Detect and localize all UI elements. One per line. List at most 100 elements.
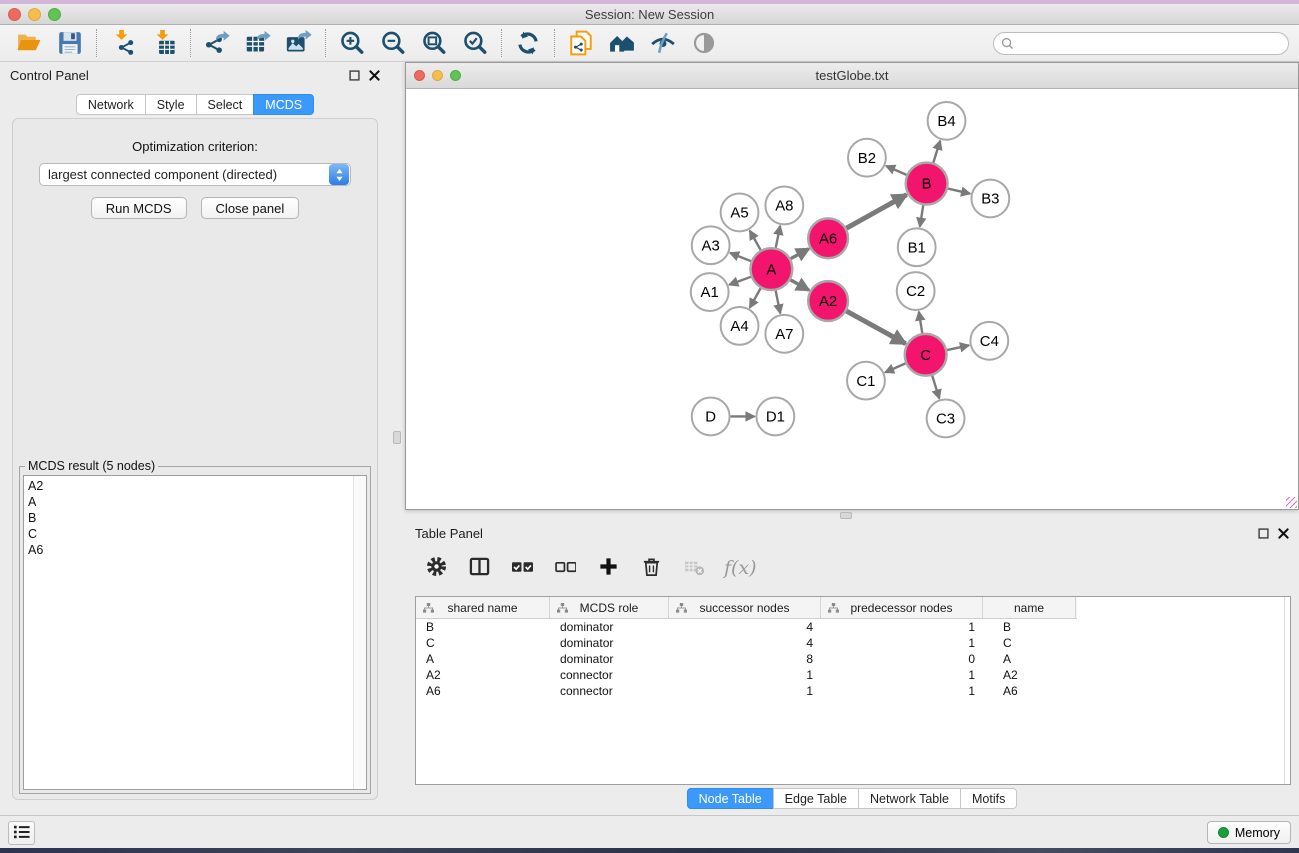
zoom-network-window-button[interactable] xyxy=(450,70,461,81)
edge-B-B2[interactable] xyxy=(886,166,906,175)
mcds-result-item[interactable]: B xyxy=(28,510,366,526)
import-network-button[interactable] xyxy=(106,26,140,60)
float-panel-icon[interactable] xyxy=(349,70,360,81)
mcds-result-item[interactable]: A2 xyxy=(28,478,366,494)
table-cell[interactable]: A xyxy=(983,652,1076,666)
close-network-window-button[interactable] xyxy=(414,70,425,81)
table-cell[interactable]: dominator xyxy=(550,652,669,666)
vertical-split-divider[interactable] xyxy=(390,62,405,815)
table-cell[interactable]: A2 xyxy=(983,668,1076,682)
select-all-button[interactable] xyxy=(509,555,535,581)
save-session-button[interactable] xyxy=(53,26,87,60)
float-panel-icon[interactable] xyxy=(1258,528,1269,539)
table-cell[interactable]: C xyxy=(416,636,550,650)
edge-A2-C[interactable] xyxy=(846,311,905,344)
zoom-out-button[interactable] xyxy=(376,26,410,60)
network-graph[interactable]: AA1A2A3A4A5A6A7A8BB1B2B3B4CC1C2C3C4DD1 xyxy=(406,90,1298,509)
optimization-criterion-select[interactable]: largest connected component (directed) xyxy=(39,163,351,186)
table-cell[interactable]: C xyxy=(983,636,1076,650)
table-cell[interactable]: 1 xyxy=(821,620,983,634)
column-header-name[interactable]: name xyxy=(983,597,1076,618)
divider-grip[interactable] xyxy=(840,512,852,519)
table-cell[interactable]: dominator xyxy=(550,620,669,634)
edge-C-C3[interactable] xyxy=(932,376,939,399)
table-cell[interactable]: 0 xyxy=(821,652,983,666)
table-cell[interactable]: connector xyxy=(550,668,669,682)
mcds-result-item[interactable]: A xyxy=(28,494,366,510)
zoom-in-button[interactable] xyxy=(335,26,369,60)
column-header-MCDS-role[interactable]: MCDS role xyxy=(550,597,669,618)
edge-A-A8[interactable] xyxy=(776,226,780,248)
network-window-titlebar[interactable]: testGlobe.txt xyxy=(406,63,1298,89)
tab-node-table[interactable]: Node Table xyxy=(687,788,774,809)
table-cell[interactable]: 4 xyxy=(669,620,821,634)
zoom-fit-button[interactable] xyxy=(417,26,451,60)
zoom-selected-button[interactable] xyxy=(458,26,492,60)
export-table-button[interactable] xyxy=(241,26,275,60)
import-table-button[interactable] xyxy=(147,26,181,60)
table-cell[interactable]: B xyxy=(983,620,1076,634)
edge-B-B1[interactable] xyxy=(920,205,923,226)
memory-button[interactable]: Memory xyxy=(1207,821,1291,844)
table-cell[interactable]: A6 xyxy=(983,684,1076,698)
table-cell[interactable]: A6 xyxy=(416,684,550,698)
task-history-button[interactable] xyxy=(8,821,35,845)
table-row[interactable]: A2connector11A2 xyxy=(416,667,1290,683)
run-mcds-button[interactable]: Run MCDS xyxy=(91,197,187,219)
export-network-button[interactable] xyxy=(200,26,234,60)
edge-A-A2[interactable] xyxy=(790,280,809,290)
refresh-network-button[interactable] xyxy=(511,26,545,60)
edge-A-A3[interactable] xyxy=(730,253,751,261)
tab-style[interactable]: Style xyxy=(145,94,197,115)
edge-A-A7[interactable] xyxy=(776,291,781,314)
tab-network[interactable]: Network xyxy=(76,94,146,115)
edge-C-C1[interactable] xyxy=(885,363,905,372)
edge-A-A4[interactable] xyxy=(750,288,761,307)
tab-select[interactable]: Select xyxy=(196,94,255,115)
tab-mcds[interactable]: MCDS xyxy=(253,94,314,115)
column-header-predecessor-nodes[interactable]: predecessor nodes xyxy=(821,597,983,618)
column-header-successor-nodes[interactable]: successor nodes xyxy=(669,597,821,618)
edge-B-B4[interactable] xyxy=(933,141,940,163)
delete-column-button[interactable] xyxy=(638,555,664,581)
mcds-result-list[interactable]: A2ABCA6 xyxy=(23,475,367,790)
edge-A-A5[interactable] xyxy=(750,231,761,250)
network-canvas[interactable]: AA1A2A3A4A5A6A7A8BB1B2B3B4CC1C2C3C4DD1 xyxy=(406,90,1298,509)
mcds-result-item[interactable]: A6 xyxy=(28,542,366,558)
deselect-all-button[interactable] xyxy=(552,555,578,581)
minimize-window-button[interactable] xyxy=(28,8,41,21)
close-window-button[interactable] xyxy=(8,8,21,21)
table-row[interactable]: Bdominator41B xyxy=(416,619,1290,635)
add-column-button[interactable] xyxy=(595,555,621,581)
edge-C-C4[interactable] xyxy=(947,345,969,350)
table-cell[interactable]: 4 xyxy=(669,636,821,650)
table-cell[interactable]: A xyxy=(416,652,550,666)
divider-grip[interactable] xyxy=(393,431,401,444)
list-scrollbar[interactable] xyxy=(353,476,366,789)
table-scrollbar[interactable] xyxy=(1284,597,1285,784)
close-panel-icon[interactable] xyxy=(1278,528,1289,539)
table-row[interactable]: Adominator80A xyxy=(416,651,1290,667)
home-button[interactable] xyxy=(605,26,639,60)
edge-B-B3[interactable] xyxy=(948,189,970,194)
export-image-button[interactable] xyxy=(282,26,316,60)
copy-network-button[interactable] xyxy=(564,26,598,60)
table-cell[interactable]: 1 xyxy=(669,684,821,698)
edge-A6-B[interactable] xyxy=(846,195,906,228)
column-header-shared-name[interactable]: shared name xyxy=(416,597,550,618)
table-cell[interactable]: 1 xyxy=(821,636,983,650)
hide-button[interactable] xyxy=(646,26,680,60)
open-session-button[interactable] xyxy=(12,26,46,60)
show-columns-button[interactable] xyxy=(466,555,492,581)
edge-C-C2[interactable] xyxy=(919,312,922,333)
close-panel-button[interactable]: Close panel xyxy=(201,197,300,219)
table-cell[interactable]: 1 xyxy=(821,684,983,698)
show-button[interactable] xyxy=(687,26,721,60)
mcds-result-item[interactable]: C xyxy=(28,526,366,542)
close-panel-icon[interactable] xyxy=(369,70,380,81)
tab-edge-table[interactable]: Edge Table xyxy=(773,788,859,809)
table-cell[interactable]: dominator xyxy=(550,636,669,650)
horizontal-split-divider[interactable] xyxy=(405,510,1299,520)
search-input[interactable] xyxy=(993,32,1289,55)
tab-network-table[interactable]: Network Table xyxy=(858,788,961,809)
